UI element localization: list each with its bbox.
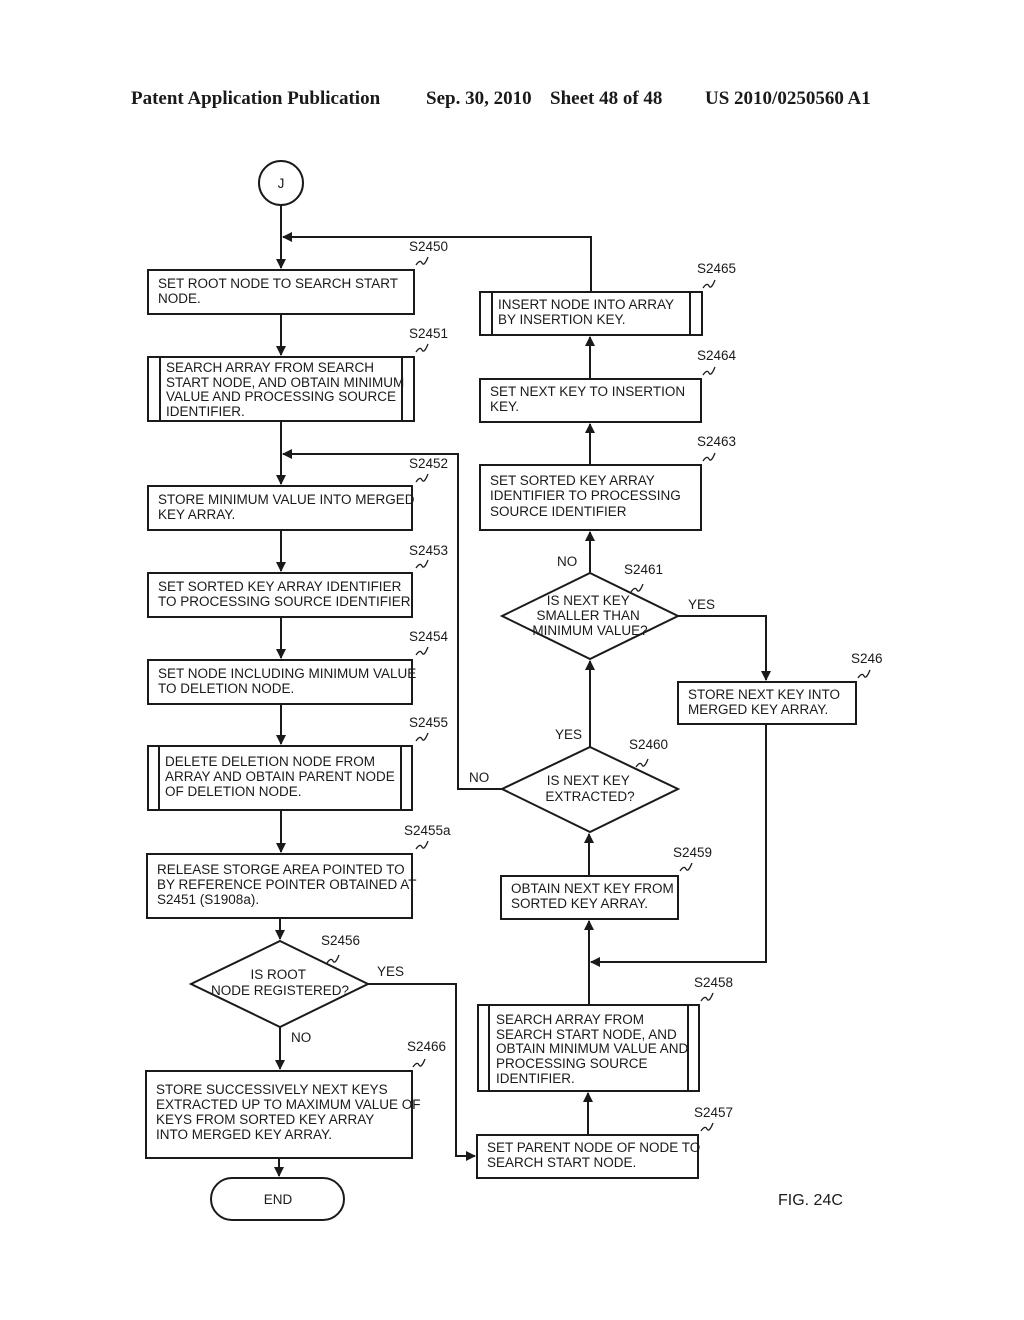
step-id: S2451 [409,326,448,341]
step-s2465: INSERT NODE INTO ARRAY BY INSERTION KEY.… [479,261,736,336]
step-id: S246 [851,651,883,666]
step-leader [415,343,429,353]
step-s2450: SET ROOT NODE TO SEARCH START NODE. S245… [147,239,448,315]
step-leader [415,732,429,742]
flowchart: J SET ROOT NODE TO SEARCH START NODE. S2… [145,160,883,1221]
step-s2462: STORE NEXT KEY INTO MERGED KEY ARRAY. S2… [677,651,883,725]
step-leader [415,840,429,850]
step-leader [700,1122,714,1132]
step-s2451: SEARCH ARRAY FROM SEARCH START NODE, AND… [147,326,448,422]
step-id: S2461 [624,562,663,577]
step-text: SET SORTED KEY ARRAY IDENTIFIER TO PROCE… [158,579,411,609]
branch-label-yes: YES [377,964,404,979]
decision-s2461: IS NEXT KEY SMALLER THAN MINIMUM VALUE? … [499,554,715,661]
branch-arrow [678,615,771,681]
decision-s2456: IS ROOT NODE REGISTERED? S2456 YES NO [188,933,404,1045]
step-leader [702,452,716,462]
step-id: S2453 [409,543,448,558]
terminal-label: END [264,1192,293,1207]
step-leader [857,669,871,679]
step-s2466: STORE SUCCESSIVELY NEXT KEYS EXTRACTED U… [145,1039,446,1159]
step-s2459: OBTAIN NEXT KEY FROM SORTED KEY ARRAY. S… [500,845,712,920]
step-leader [326,954,340,964]
step-id: S2464 [697,348,737,363]
step-id: S2452 [409,456,448,471]
step-id: S2455 [409,715,448,730]
decision-text: IS NEXT KEY SMALLER THAN MINIMUM VALUE? [532,593,647,638]
step-s2452: STORE MINIMUM VALUE INTO MERGED KEY ARRA… [147,456,448,531]
step-s2457: SET PARENT NODE OF NODE TO SEARCH START … [476,1105,733,1179]
step-leader [415,256,429,266]
terminal-end: END [210,1177,345,1221]
step-id: S2457 [694,1105,733,1120]
step-s2464: SET NEXT KEY TO INSERTION KEY. S2464 [479,348,737,423]
branch-label-no: NO [557,554,577,569]
step-leader [630,583,644,593]
connector-label: J [278,176,285,191]
decision-s2460: IS NEXT KEY EXTRACTED? S2460 YES NO [469,727,681,834]
branch-label-yes: YES [688,597,715,612]
step-text: STORE NEXT KEY INTO MERGED KEY ARRAY. [688,687,844,717]
step-leader [679,862,693,872]
branch-label-no: NO [469,770,489,785]
step-s2453: SET SORTED KEY ARRAY IDENTIFIER TO PROCE… [147,543,448,618]
step-leader [702,279,716,289]
branch-label-yes: YES [555,727,582,742]
step-leader [700,992,714,1002]
step-id: S2450 [409,239,448,254]
step-leader [635,758,649,768]
step-leader [415,646,429,656]
step-id: S2454 [409,629,449,644]
step-id: S2459 [673,845,712,860]
step-id: S2455a [404,823,451,838]
step-s2463: SET SORTED KEY ARRAY IDENTIFIER TO PROCE… [479,434,736,531]
connector-j: J [258,160,304,206]
step-id: S2460 [629,737,668,752]
step-s2455: DELETE DELETION NODE FROM ARRAY AND OBTA… [147,715,448,811]
decision-text: IS NEXT KEY EXTRACTED? [545,773,634,804]
step-leader [412,1058,426,1068]
step-id: S2456 [321,933,360,948]
step-id: S2458 [694,975,733,990]
step-leader [702,366,716,376]
step-s2455a: RELEASE STORGE AREA POINTED TO BY REFERE… [146,823,451,919]
step-id: S2465 [697,261,736,276]
step-id: S2463 [697,434,736,449]
branch-label-no: NO [291,1030,311,1045]
step-s2458: SEARCH ARRAY FROM SEARCH START NODE, AND… [477,975,733,1092]
figure-label: FIG. 24C [778,1192,843,1209]
step-id: S2466 [407,1039,446,1054]
step-s2454: SET NODE INCLUDING MINIMUM VALUE TO DELE… [147,629,449,705]
step-leader [415,559,429,569]
step-leader [415,473,429,483]
